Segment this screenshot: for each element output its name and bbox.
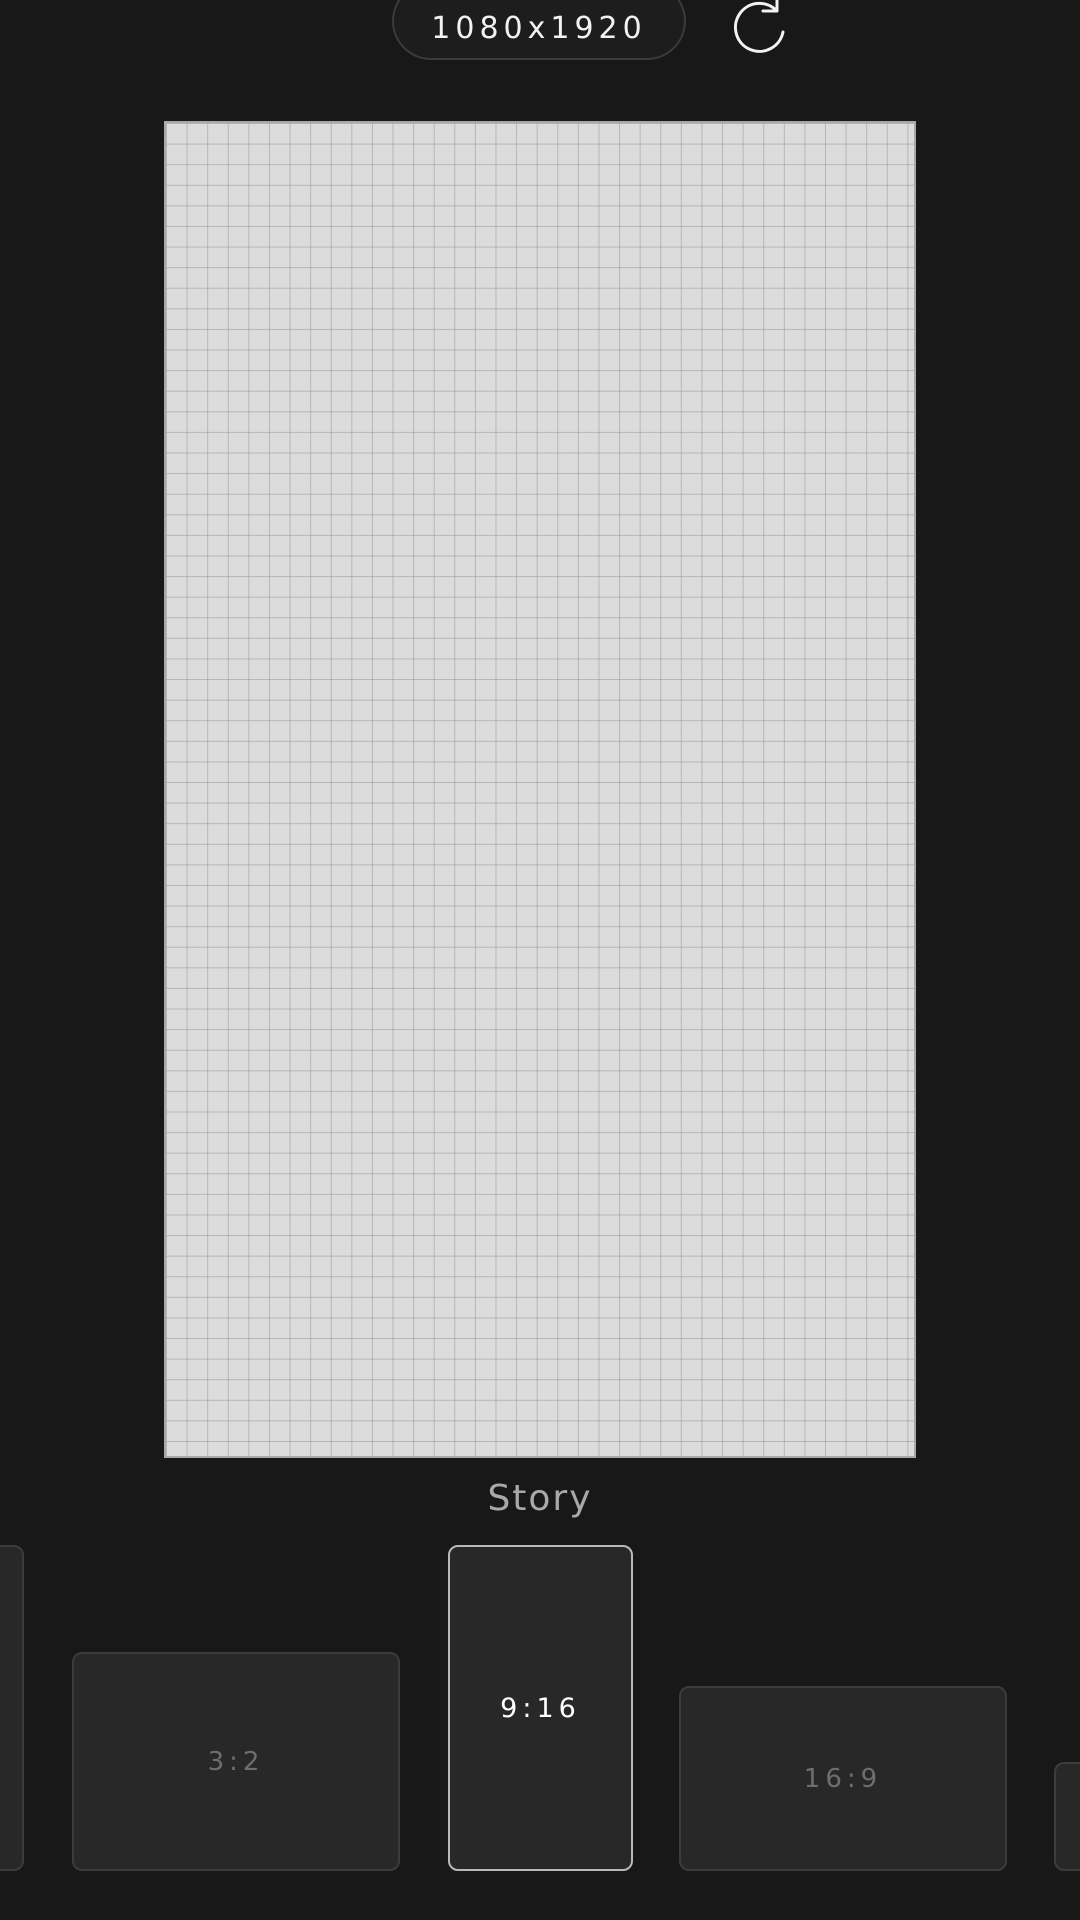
ratio-card-16-9[interactable]: 16:9 [679, 1686, 1007, 1871]
ratio-card-partial-right[interactable] [1054, 1762, 1080, 1871]
rotate-button[interactable] [724, 0, 796, 62]
ratio-card-label: 9:16 [500, 1692, 581, 1724]
ratio-card-3-2[interactable]: 3:2 [72, 1652, 400, 1871]
ratio-card-9-16[interactable]: 9:16 [448, 1545, 633, 1871]
canvas-size-label: 1080x1920 [431, 10, 647, 46]
canvas-preview [164, 121, 916, 1458]
canvas-size-button[interactable]: 1080x1920 [392, 0, 686, 60]
ratio-card-partial-left[interactable] [0, 1545, 24, 1871]
ratio-card-label: 3:2 [207, 1746, 265, 1777]
ratio-card-label: 16:9 [803, 1763, 883, 1794]
preset-name-label: Story [487, 1478, 593, 1519]
rotate-icon [733, 0, 785, 53]
